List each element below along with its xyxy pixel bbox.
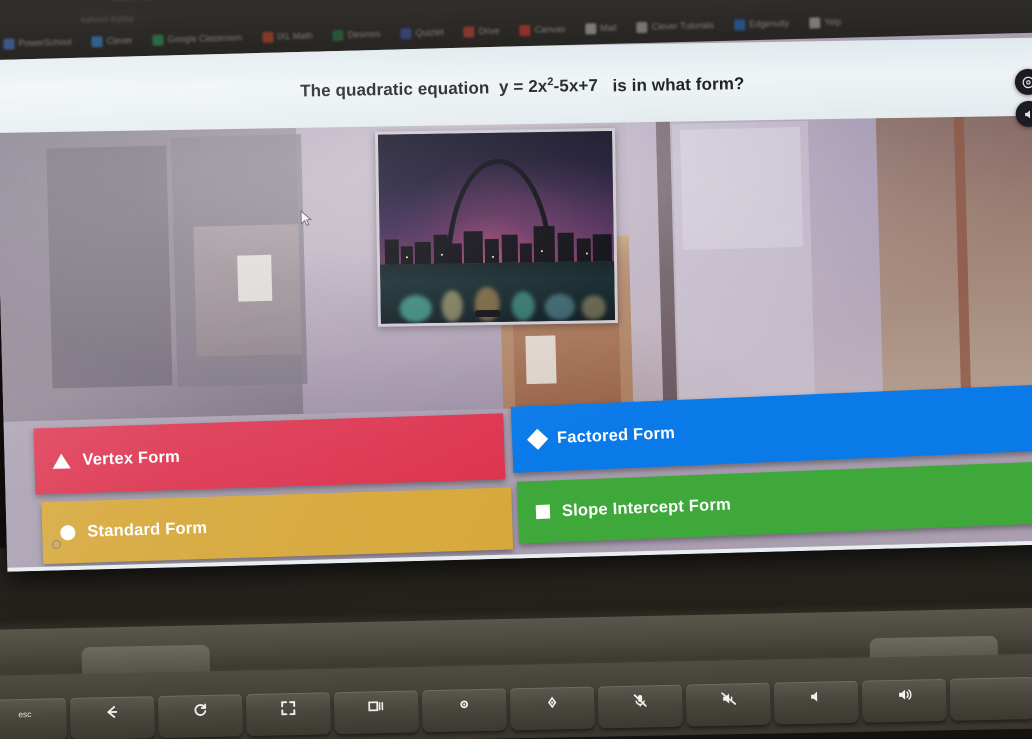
bookmark-item[interactable]: PowerSchool (3, 36, 72, 50)
mic-mute-key[interactable] (597, 684, 683, 729)
svg-text:esc: esc (18, 709, 31, 719)
bookmark-item[interactable]: Canvas (519, 24, 566, 36)
bookmark-item[interactable]: Mail (584, 22, 617, 34)
diamond-icon (526, 428, 549, 450)
answer-grid: Vertex Form Factored Form Standard Form … (3, 383, 1032, 572)
chromebook-screen: Unit 5 Test Desmos | Graphing Kahoot! Cl… (0, 0, 1032, 572)
bookmark-item[interactable]: Desmos (332, 28, 381, 41)
gateway-arch-photo (378, 131, 615, 324)
answer-button-factored-form[interactable]: Factored Form (510, 383, 1032, 473)
answer-label: Vertex Form (82, 447, 181, 469)
fullscreen-key[interactable] (245, 692, 331, 737)
back-key[interactable] (69, 696, 155, 739)
bookmark-item[interactable]: Google Classroom (152, 32, 242, 46)
answer-label: Standard Form (87, 518, 208, 541)
photo-of-chromebook: esc kahoot.it/play PowerSchool Clever Go… (0, 0, 1032, 739)
bookmark-item[interactable]: Drive (463, 25, 500, 38)
brightness-down-key[interactable] (421, 688, 507, 733)
reload-key[interactable] (157, 694, 243, 739)
answer-button-slope-intercept-form[interactable]: Slope Intercept Form (516, 460, 1032, 544)
brightness-up-key[interactable] (509, 686, 595, 731)
bookmark-item[interactable]: IXL Math (261, 30, 313, 43)
volume-down-key[interactable] (773, 680, 859, 725)
bookmark-item[interactable]: Quizlet (400, 27, 444, 39)
volume-mute-key[interactable] (685, 682, 771, 727)
browser-tab[interactable]: Desmos | Graphing (181, 0, 259, 1)
bookmark-item[interactable]: Clever Tutorials (636, 20, 714, 33)
question-text: The quadratic equation y = 2x2-5x+7 is i… (300, 73, 745, 101)
escape-key[interactable]: esc (0, 698, 67, 739)
desktop-cursor-ring (52, 540, 61, 549)
answer-label: Factored Form (556, 423, 676, 447)
answer-button-standard-form[interactable]: Standard Form (41, 487, 514, 565)
address-bar-url: kahoot.it/play (80, 13, 135, 25)
circle-icon (60, 524, 76, 541)
volume-up-key[interactable] (861, 678, 947, 723)
answer-label: Slope Intercept Form (561, 495, 732, 520)
question-equation: y = 2x2-5x+7 (498, 76, 599, 97)
answer-button-vertex-form[interactable]: Vertex Form (33, 413, 506, 495)
square-icon (535, 504, 551, 520)
bookmark-item[interactable]: Clever (91, 35, 133, 47)
bookmark-item[interactable]: Yelp (809, 16, 841, 29)
question-media (374, 128, 619, 327)
question-suffix: is in what form? (612, 73, 745, 95)
overview-key[interactable] (333, 690, 419, 735)
mouse-cursor (300, 209, 312, 227)
browser-tab[interactable]: Unit 5 Test (112, 0, 155, 3)
bookmark-item[interactable]: Edgenuity (733, 18, 789, 31)
triangle-icon (52, 452, 71, 469)
quiz-screen: The quadratic equation y = 2x2-5x+7 is i… (0, 32, 1032, 572)
question-prefix: The quadratic equation (300, 78, 490, 101)
extra-key[interactable] (949, 676, 1032, 721)
